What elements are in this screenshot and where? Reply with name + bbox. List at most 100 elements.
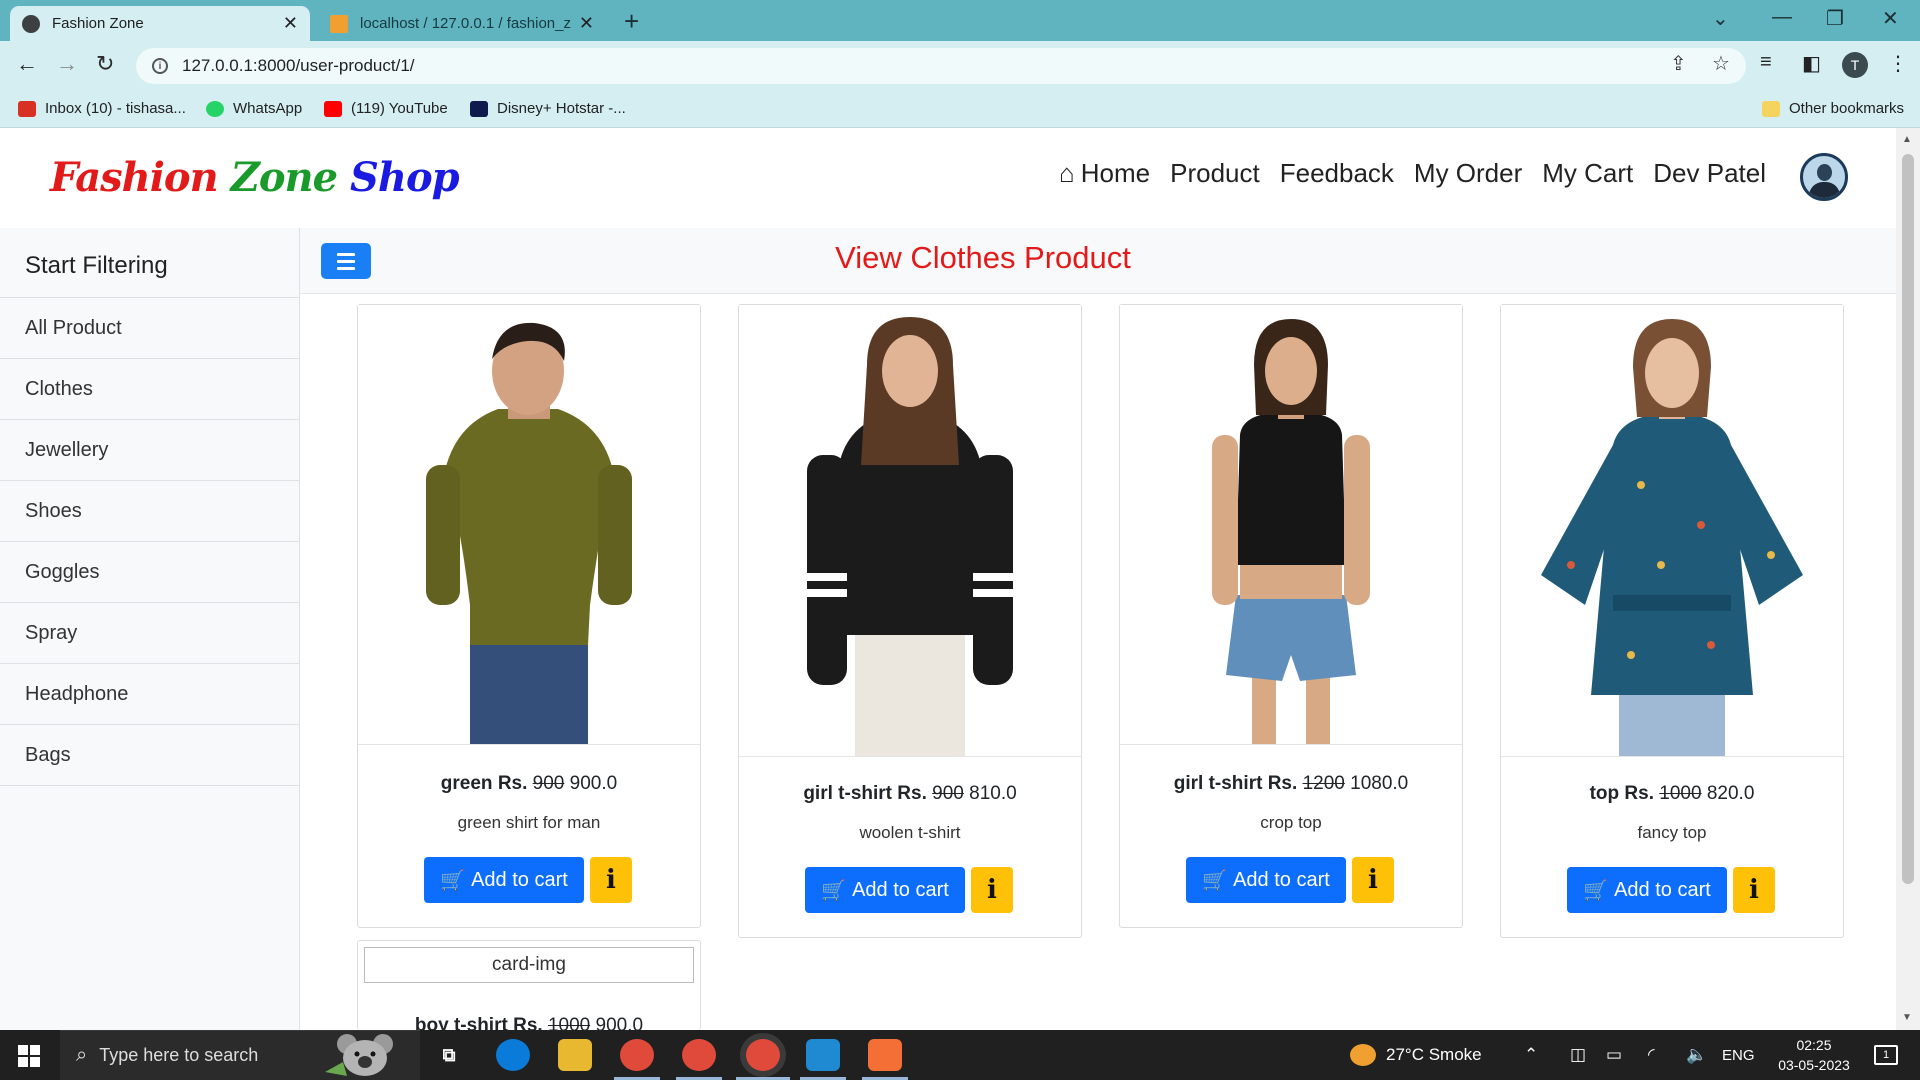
- home-icon: ⌂: [1059, 158, 1075, 188]
- product-card: card-img boy t-shirt Rs. 1000 900.0: [357, 940, 701, 1030]
- product-card: girl t-shirt Rs. 1200 1080.0 crop top 🛒 …: [1119, 304, 1463, 928]
- forward-icon[interactable]: →: [56, 51, 78, 77]
- xampp-icon[interactable]: [868, 1039, 902, 1071]
- language-indicator[interactable]: ENG: [1722, 1030, 1755, 1080]
- bookmark-gmail[interactable]: Inbox (10) - tishasa...: [18, 100, 186, 117]
- sidebar-item-all-product[interactable]: All Product: [0, 298, 299, 359]
- reload-icon[interactable]: ↻: [96, 51, 114, 77]
- product-image[interactable]: [358, 305, 700, 745]
- product-image[interactable]: [1120, 305, 1462, 745]
- sidebar-item-spray[interactable]: Spray: [0, 603, 299, 664]
- tab-fashion-zone[interactable]: Fashion Zone ✕: [10, 6, 310, 41]
- product-image[interactable]: [1501, 305, 1843, 757]
- task-view-icon[interactable]: ⧉: [432, 1039, 466, 1071]
- nav-user-name[interactable]: Dev Patel: [1653, 158, 1766, 189]
- scrollbar-thumb[interactable]: [1902, 154, 1914, 884]
- bookmark-youtube[interactable]: (119) YouTube: [324, 100, 448, 117]
- notification-icon[interactable]: 1: [1874, 1030, 1898, 1080]
- share-icon[interactable]: ⇪: [1670, 51, 1687, 76]
- sidebar-item-jewellery[interactable]: Jewellery: [0, 420, 299, 481]
- window-close-icon[interactable]: ✕: [1882, 6, 1899, 31]
- meet-now-icon[interactable]: ◫: [1570, 1030, 1586, 1080]
- volume-icon[interactable]: 🔈: [1686, 1030, 1707, 1080]
- bookmark-star-icon[interactable]: ☆: [1712, 51, 1730, 76]
- tray-chevron-icon[interactable]: ⌃: [1524, 1030, 1538, 1080]
- address-bar-row: ← → ↻ i 127.0.0.1:8000/user-product/1/ ⇪…: [0, 41, 1920, 91]
- page-title: View Clothes Product: [835, 240, 1131, 275]
- close-icon[interactable]: ✕: [283, 13, 298, 34]
- site-logo[interactable]: Fashion Zone Shop: [50, 154, 460, 201]
- reading-list-icon[interactable]: ≡: [1760, 51, 1772, 74]
- product-description: green shirt for man: [457, 813, 601, 832]
- url-input[interactable]: i 127.0.0.1:8000/user-product/1/: [136, 48, 1746, 84]
- chrome-icon[interactable]: [620, 1039, 654, 1071]
- site-header: Fashion Zone Shop ⌂ Home Product Feedbac…: [0, 128, 1896, 228]
- tab-phpmyadmin[interactable]: localhost / 127.0.0.1 / fashion_zone ✕: [318, 6, 606, 41]
- cart-icon: 🛒: [1583, 879, 1609, 902]
- product-description: crop top: [1260, 813, 1322, 832]
- add-to-cart-button[interactable]: 🛒 Add to cart: [1186, 857, 1346, 903]
- info-button[interactable]: i: [1733, 867, 1775, 913]
- scroll-up-icon[interactable]: ▲: [1902, 134, 1912, 145]
- broken-image-placeholder[interactable]: card-img: [364, 947, 694, 983]
- info-button[interactable]: i: [971, 867, 1013, 913]
- sidebar-item-clothes[interactable]: Clothes: [0, 359, 299, 420]
- nav-product[interactable]: Product: [1170, 158, 1260, 189]
- product-title: green Rs. 900 900.0: [440, 773, 618, 794]
- bookmark-hotstar[interactable]: Disney+ Hotstar -...: [470, 100, 626, 117]
- sidebar-item-shoes[interactable]: Shoes: [0, 481, 299, 542]
- edge-icon[interactable]: [496, 1039, 530, 1071]
- nav-my-cart[interactable]: My Cart: [1542, 158, 1633, 189]
- content-top-bar: View Clothes Product: [300, 228, 1896, 294]
- site-info-icon[interactable]: i: [152, 58, 168, 74]
- chrome-active-icon[interactable]: [746, 1039, 780, 1071]
- wifi-icon[interactable]: ◜: [1648, 1030, 1655, 1080]
- info-button[interactable]: i: [1352, 857, 1394, 903]
- filter-sidebar: Start Filtering All Product Clothes Jewe…: [0, 228, 300, 1030]
- vscode-icon[interactable]: [806, 1039, 840, 1071]
- battery-icon[interactable]: ▭: [1606, 1030, 1622, 1080]
- product-title: boy t-shirt Rs. 1000 900.0: [414, 1015, 644, 1030]
- browser-tab-strip: Fashion Zone ✕ localhost / 127.0.0.1 / f…: [0, 0, 1920, 41]
- back-icon[interactable]: ←: [16, 51, 38, 77]
- browser-menu-icon[interactable]: ⋮: [1888, 51, 1908, 76]
- scroll-down-icon[interactable]: ▼: [1902, 1012, 1912, 1023]
- nav-feedback[interactable]: Feedback: [1280, 158, 1394, 189]
- profile-avatar[interactable]: T: [1842, 52, 1868, 78]
- side-panel-icon[interactable]: ◧: [1802, 51, 1821, 76]
- gmail-icon: [18, 100, 36, 117]
- sidebar-item-bags[interactable]: Bags: [0, 725, 299, 786]
- tab-title: localhost / 127.0.0.1 / fashion_zone: [360, 15, 571, 32]
- page-scrollbar[interactable]: ▲ ▼: [1896, 128, 1920, 1030]
- restore-icon[interactable]: ❐: [1826, 6, 1844, 31]
- add-to-cart-button[interactable]: 🛒 Add to cart: [805, 867, 965, 913]
- info-button[interactable]: i: [590, 857, 632, 903]
- sidebar-item-goggles[interactable]: Goggles: [0, 542, 299, 603]
- weather-widget[interactable]: 27°C Smoke: [1350, 1030, 1482, 1080]
- windows-start-icon[interactable]: [18, 1045, 40, 1067]
- search-icon: ⌕: [76, 1044, 88, 1066]
- other-bookmarks[interactable]: Other bookmarks: [1762, 100, 1904, 117]
- minimize-icon[interactable]: —: [1772, 6, 1792, 29]
- add-to-cart-button[interactable]: 🛒 Add to cart: [1567, 867, 1727, 913]
- sidebar-item-headphone[interactable]: Headphone: [0, 664, 299, 725]
- file-explorer-icon[interactable]: [558, 1039, 592, 1071]
- nav-home[interactable]: ⌂ Home: [1059, 158, 1150, 189]
- tab-search-icon[interactable]: ⌄: [1712, 6, 1729, 31]
- folder-icon: [1762, 100, 1780, 117]
- clock[interactable]: 02:25 03-05-2023: [1754, 1035, 1874, 1075]
- url-text: 127.0.0.1:8000/user-product/1/: [182, 56, 415, 75]
- close-icon[interactable]: ✕: [579, 13, 594, 34]
- cart-icon: 🛒: [1202, 869, 1228, 892]
- hotstar-icon: [470, 100, 488, 117]
- product-description: woolen t-shirt: [859, 823, 961, 842]
- add-to-cart-button[interactable]: 🛒 Add to cart: [424, 857, 584, 903]
- new-tab-button[interactable]: +: [624, 6, 639, 37]
- whatsapp-icon: [206, 100, 224, 117]
- bookmark-whatsapp[interactable]: WhatsApp: [206, 100, 302, 117]
- product-image[interactable]: [739, 305, 1081, 757]
- chrome-icon[interactable]: [682, 1039, 716, 1071]
- user-avatar[interactable]: [1800, 153, 1848, 201]
- sidebar-heading: Start Filtering: [0, 228, 299, 298]
- nav-my-order[interactable]: My Order: [1414, 158, 1522, 189]
